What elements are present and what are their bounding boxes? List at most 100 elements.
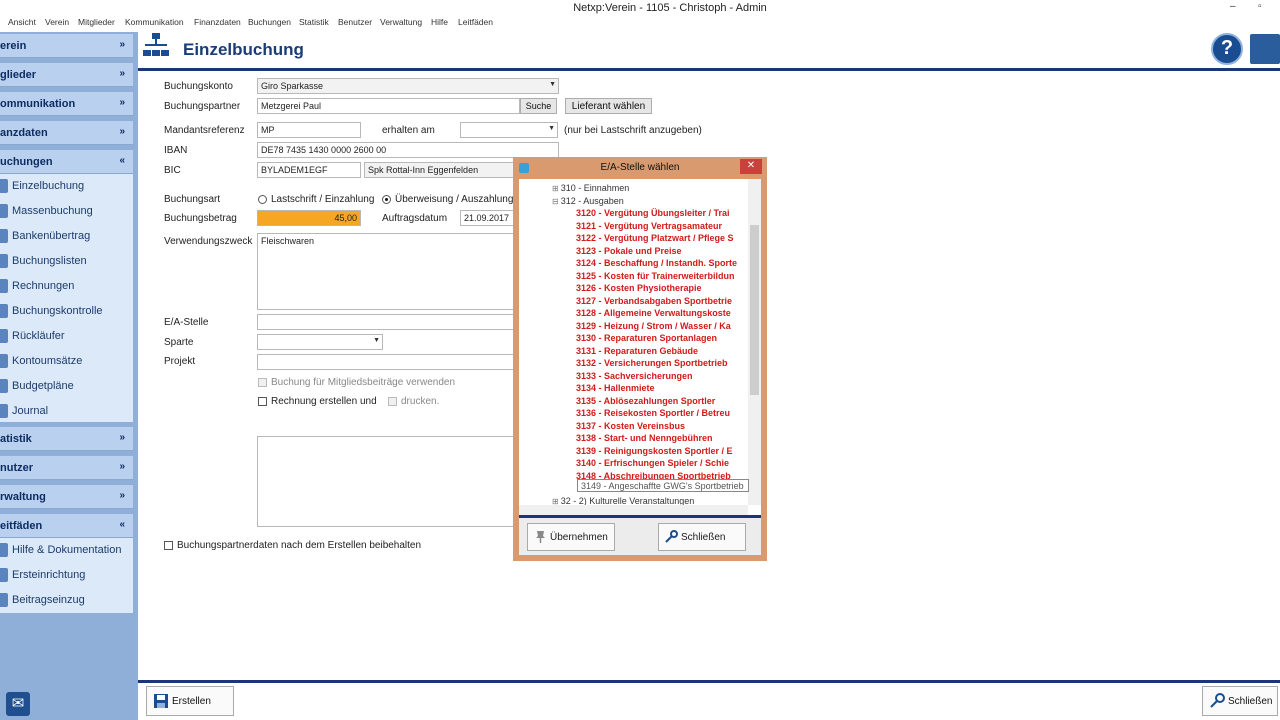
sparte-select[interactable]: ▼ — [257, 334, 383, 350]
sidebar-section-buchungen[interactable]: uchungen « — [0, 150, 133, 174]
menu-mitglieder[interactable]: Mitglieder — [78, 17, 115, 27]
minimize-button[interactable]: – — [1230, 1, 1236, 12]
lastschrift-radio[interactable] — [258, 195, 267, 204]
sidebar-section-kommunikation[interactable]: ommunikation » — [0, 92, 133, 116]
dialog-schliessen-button[interactable]: Schließen — [658, 523, 746, 551]
section-label: eitfäden — [0, 520, 43, 532]
invoice-text-field[interactable] — [257, 436, 515, 527]
invoice-icon — [0, 279, 8, 293]
menu-hilfe[interactable]: Hilfe — [431, 17, 448, 27]
video-icon[interactable] — [1250, 34, 1280, 64]
key-icon — [665, 530, 678, 543]
sidebar-section-finanzdaten[interactable]: anzdaten » — [0, 121, 133, 145]
tree-node[interactable]: 3121 - Vergütung Vertragsamateur — [576, 221, 722, 231]
ea-stelle-field[interactable] — [257, 314, 515, 330]
tree-node[interactable]: 3134 - Hallenmiete — [576, 383, 655, 393]
sidebar-item-buchungslisten[interactable]: Buchungslisten — [0, 249, 133, 274]
search-button[interactable]: Suche — [520, 98, 557, 114]
verwendungszweck-field[interactable]: Fleischwaren — [257, 233, 515, 310]
ueberweisung-radio[interactable] — [382, 195, 391, 204]
tree-node[interactable]: 3122 - Vergütung Platzwart / Pflege S — [576, 233, 734, 243]
tree-node[interactable]: 3124 - Beschaffung / Instandh. Sporte — [576, 258, 737, 268]
sidebar-section-leitfaeden[interactable]: eitfäden « — [0, 514, 133, 538]
supplier-select-button[interactable]: Lieferant wählen — [565, 98, 652, 114]
sidebar-item-ersteinrichtung[interactable]: Ersteinrichtung — [0, 563, 133, 588]
tree-node[interactable]: 3131 - Reparaturen Gebäude — [576, 346, 698, 356]
mitgliedsbeitraege-checkbox[interactable] — [258, 378, 267, 387]
menu-kommunikation[interactable]: Kommunikation — [125, 17, 184, 27]
accept-button[interactable]: Übernehmen — [527, 523, 615, 551]
menu-ansicht[interactable]: Ansicht — [8, 17, 36, 27]
sidebar-section-mitglieder[interactable]: glieder » — [0, 63, 133, 87]
sidebar-item-budgetplaene[interactable]: Budgetpläne — [0, 374, 133, 399]
tree-node[interactable]: ⊞ 32 - 2) Kulturelle Veranstaltungen — [552, 496, 694, 506]
menu-verwaltung[interactable]: Verwaltung — [380, 17, 422, 27]
account-icon — [0, 354, 8, 368]
sidebar-item-rechnungen[interactable]: Rechnungen — [0, 274, 133, 299]
menu-benutzer[interactable]: Benutzer — [338, 17, 372, 27]
tree-expander-icon[interactable]: ⊞ — [552, 184, 559, 193]
menu-buchungen[interactable]: Buchungen — [248, 17, 291, 27]
buchungskonto-select[interactable]: Giro Sparkasse ▼ — [257, 78, 559, 94]
tree-node[interactable]: 3130 - Reparaturen Sportanlagen — [576, 333, 717, 343]
buchungsbetrag-field[interactable]: 45,00 — [257, 210, 361, 226]
tree-node[interactable]: 3136 - Reisekosten Sportler / Betreu — [576, 408, 730, 418]
help-button[interactable]: ? — [1211, 33, 1243, 65]
beibehalten-checkbox[interactable] — [164, 541, 173, 550]
sidebar-section-statistik[interactable]: atistik » — [0, 427, 133, 451]
rechnung-checkbox[interactable] — [258, 397, 267, 406]
tree-node[interactable]: 3128 - Allgemeine Verwaltungskoste — [576, 308, 731, 318]
dialog-close-button[interactable]: ✕ — [740, 159, 762, 174]
sidebar-item-buchungskontrolle[interactable]: Buchungskontrolle — [0, 299, 133, 324]
menu-finanzdaten[interactable]: Finanzdaten — [194, 17, 241, 27]
close-button[interactable]: Schließen — [1202, 686, 1278, 716]
ea-stelle-tree[interactable]: ⊞ 310 - Einnahmen ⊟ 312 - Ausgaben 3120 - Ve… — [519, 179, 761, 515]
menu-verein[interactable]: Verein — [45, 17, 69, 27]
tree-node[interactable]: 3125 - Kosten für Trainerweiterbildun — [576, 271, 735, 281]
sidebar-section-verein[interactable]: erein » — [0, 34, 133, 58]
maximize-button[interactable]: ▫ — [1258, 1, 1262, 12]
horizontal-scrollbar[interactable] — [519, 505, 748, 515]
sidebar-item-einzelbuchung[interactable]: Einzelbuchung — [0, 174, 133, 199]
sidebar-item-bankenuebertrag[interactable]: Bankenübertrag — [0, 224, 133, 249]
sidebar-item-journal[interactable]: Journal — [0, 399, 133, 424]
sidebar-section-benutzer[interactable]: nutzer » — [0, 456, 133, 480]
sidebar-item-hilfe[interactable]: Hilfe & Dokumentation — [0, 538, 133, 563]
tree-node[interactable]: 3139 - Reinigungskosten Sportler / E — [576, 446, 733, 456]
tree-node[interactable]: 3132 - Versicherungen Sportbetrieb — [576, 358, 728, 368]
ueberweisung-label: Überweisung / Auszahlung — [395, 194, 514, 205]
bic-field[interactable]: BYLADEM1EGF — [257, 162, 361, 178]
drucken-checkbox[interactable] — [388, 397, 397, 406]
mandatsreferenz-field[interactable]: MP — [257, 122, 361, 138]
tree-node[interactable]: 3137 - Kosten Vereinsbus — [576, 421, 685, 431]
projekt-field[interactable] — [257, 354, 515, 370]
create-button[interactable]: Erstellen — [146, 686, 234, 716]
tree-node[interactable]: 3138 - Start- und Nenngebühren — [576, 433, 713, 443]
tree-node[interactable]: 3129 - Heizung / Strom / Wasser / Ka — [576, 321, 731, 331]
tree-node[interactable]: 3120 - Vergütung Übungsleiter / Trai — [576, 208, 730, 218]
auftragsdatum-field[interactable]: 21.09.2017 — [460, 210, 515, 226]
menu-leitfaeden[interactable]: Leitfäden — [458, 17, 493, 27]
tree-node[interactable]: 3126 - Kosten Physiotherapie — [576, 283, 702, 293]
sidebar-item-ruecklaeufer[interactable]: Rückläufer — [0, 324, 133, 349]
tree-node[interactable]: ⊞ 310 - Einnahmen — [552, 183, 629, 193]
tree-node[interactable]: 3133 - Sachversicherungen — [576, 371, 693, 381]
tree-node[interactable]: 3140 - Erfrischungen Spieler / Schie — [576, 458, 729, 468]
sidebar-item-massenbuchung[interactable]: Massenbuchung — [0, 199, 133, 224]
tree-expander-icon[interactable]: ⊟ — [552, 197, 559, 206]
vertical-scrollbar[interactable] — [748, 179, 761, 505]
buchungspartner-field[interactable]: Metzgerei Paul — [257, 98, 520, 114]
mail-icon[interactable]: ✉ — [6, 692, 30, 716]
menu-statistik[interactable]: Statistik — [299, 17, 329, 27]
tree-node[interactable]: 3127 - Verbandsabgaben Sportbetrie — [576, 296, 732, 306]
tree-node[interactable]: 3135 - Ablösezahlungen Sportler — [576, 396, 715, 406]
sidebar-section-verwaltung[interactable]: rwaltung » — [0, 485, 133, 509]
erhalten-am-field[interactable]: ▼ — [460, 122, 558, 138]
tree-node[interactable]: 3123 - Pokale und Preise — [576, 246, 682, 256]
chevron-down-icon: » — [119, 97, 125, 108]
tree-node[interactable]: ⊟ 312 - Ausgaben — [552, 196, 624, 206]
sidebar-item-beitragseinzug[interactable]: Beitragseinzug — [0, 588, 133, 613]
iban-field[interactable]: DE78 7435 1430 0000 2600 00 — [257, 142, 559, 158]
scroll-thumb[interactable] — [750, 225, 759, 395]
sidebar-item-kontoumsaetze[interactable]: Kontoumsätze — [0, 349, 133, 374]
